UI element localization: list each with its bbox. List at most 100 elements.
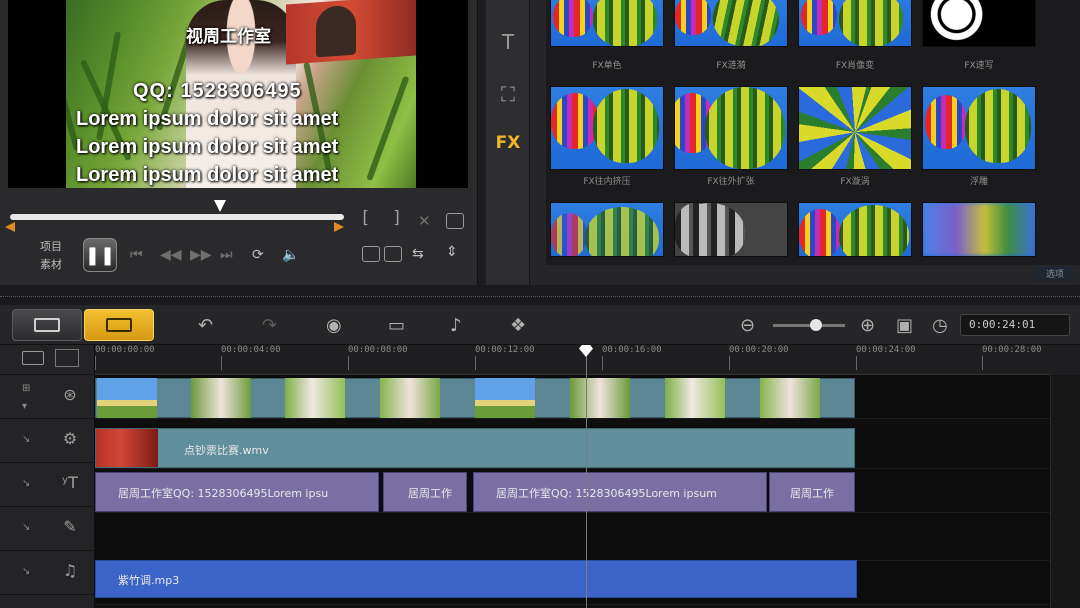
zoom-in-icon[interactable]: ⊕ [860,315,875,336]
play-pause-button[interactable]: ❚❚ [83,238,117,272]
options-button[interactable]: 选项 [1033,266,1076,281]
undo-icon[interactable]: ↶ [198,315,213,336]
title-clip[interactable]: 居周工作室QQ: 1528306495Lorem ipsum [473,472,767,512]
title-track-icon: ʸT [62,473,78,492]
overlay-title-line: Lorem ipsum dolor sit amet [76,164,339,186]
effect-thumbnail[interactable] [674,202,788,257]
effect-thumbnail-label: FX往内挤压 [583,177,631,187]
storyboard-view-button[interactable] [12,309,82,341]
zoom-slider-handle[interactable] [810,319,822,331]
track-header-voice: ↘ ✎ [0,507,95,551]
video-clip-thumbnail[interactable] [475,378,535,418]
timeline-ruler[interactable]: 00:00:00:00 00:00:04:00 00:00:08:00 00:0… [95,345,1050,375]
chevron-down-icon[interactable]: ▾ [22,401,27,412]
effect-thumbnail[interactable] [922,86,1036,170]
trim-start-marker[interactable] [5,222,15,232]
record-capture-icon[interactable]: ◉ [326,315,342,336]
mark-out-button[interactable]: ] [392,208,402,228]
effect-thumbnail[interactable] [550,202,664,257]
video-clip-thumbnail[interactable] [191,378,251,418]
effect-thumbnail[interactable] [674,86,788,170]
effect-thumbnail[interactable] [922,0,1036,47]
overlay-title-studio: 视周工作室 [186,27,271,46]
track-toggle-icon[interactable]: ↘ [22,522,30,533]
music-clip[interactable]: 紫竹调.mp3 [95,560,857,598]
track-toggle-icon[interactable]: ↘ [22,478,30,489]
effect-thumbnail[interactable] [674,0,788,47]
effect-thumbnail[interactable] [550,86,664,170]
effect-thumbnail[interactable] [798,0,912,47]
title-clip-label: 居周工作 [408,487,452,500]
preview-mode-toggle[interactable]: 项目 素材 [40,238,62,274]
track-toggle-icon[interactable]: ↘ [22,434,30,445]
scrub-playhead[interactable] [214,200,226,212]
ripple-edit-icon[interactable]: ⊞ [22,383,30,394]
repeat-icon[interactable]: ⟳ [252,247,264,263]
track-header-video: ⊞ ▾ ⊛ [0,375,95,419]
aspect-icon[interactable] [384,246,402,262]
split-clip-icon[interactable]: ✕ [418,212,431,230]
overlay-clip[interactable]: 点钞票比赛.wmv [95,428,855,468]
project-timecode[interactable]: 0:00:24:01 [960,314,1070,336]
fit-project-icon[interactable]: ▣ [896,315,913,336]
video-clip-thumbnail[interactable] [665,378,725,418]
volume-icon[interactable]: 🔈 [282,247,299,263]
timeline-playhead-line[interactable] [586,345,587,608]
fx-icon[interactable]: FX [486,133,530,153]
auto-music-icon[interactable]: ♪ [450,315,462,336]
zoom-slider[interactable] [773,324,845,327]
timecode-mini-icon[interactable]: ⇆ [412,246,424,262]
motion-tracking-icon[interactable]: ❖ [510,315,526,336]
effect-thumbnail[interactable] [798,202,912,257]
video-clip-thumbnail[interactable] [285,378,345,418]
redo-icon[interactable]: ↷ [262,315,277,336]
enlarge-preview-icon[interactable] [446,213,464,229]
effect-thumbnail-label: FX涟漪 [716,61,746,71]
video-clip-thumbnail[interactable] [570,378,630,418]
voice-track[interactable] [95,513,1050,561]
overlay-track-icon: ⚙ [62,429,78,448]
music-clip-label: 紫竹调.mp3 [118,574,180,587]
spinner-icon[interactable]: ⇕ [446,244,458,260]
effect-thumbnail-label: FX往外扩张 [707,177,755,187]
end-icon[interactable]: ⏭ [220,247,233,263]
previous-frame-icon[interactable]: ◀◀ [160,247,182,263]
video-clip-thumbnail[interactable] [97,378,157,418]
hd-preview-icon[interactable] [362,246,380,262]
timeline-vertical-scrollbar[interactable] [1050,375,1080,608]
all-tracks-icon[interactable] [22,351,44,365]
timeline-view-button[interactable] [84,309,154,341]
project-mode-label[interactable]: 项目 [40,238,62,256]
title-icon[interactable]: T [486,30,530,54]
home-icon[interactable]: ⏮ [130,247,143,263]
video-clip-thumbnail[interactable] [380,378,440,418]
library-panel: T ⛶ FX FX单色 FX涟漪 FX肖像变 FX速写 FX往内挤压 FX往外扩… [486,0,1080,285]
track-toggle-icon[interactable]: ↘ [22,566,30,577]
title-clip[interactable]: 居周工作 [769,472,855,512]
microphone-icon: ✎ [63,517,77,536]
scrub-bar[interactable] [10,214,344,220]
trim-end-marker[interactable] [334,222,344,232]
sound-mixer-icon[interactable]: ▭ [388,315,405,336]
next-frame-icon[interactable]: ▶▶ [190,247,212,263]
panel-splitter[interactable] [0,285,1080,305]
graphic-icon[interactable]: ⛶ [486,82,530,106]
title-clip[interactable]: 居周工作 [383,472,467,512]
overlay-title-line: Lorem ipsum dolor sit amet [76,108,339,130]
ruler-tick-label: 00:00:00:00 [95,345,155,370]
mark-in-button[interactable]: [ [360,208,370,228]
effect-thumbnail[interactable] [798,86,912,170]
title-clip[interactable]: 居周工作室QQ: 1528306495Lorem ipsu [95,472,379,512]
effect-thumbnail-label: FX速写 [964,61,994,71]
zoom-out-icon[interactable]: ⊖ [740,315,755,336]
track-header-top [0,345,95,375]
title-clip-label: 居周工作室QQ: 1528306495Lorem ipsum [496,487,717,500]
overlay-title-line: Lorem ipsum dolor sit amet [76,136,339,158]
title-clip-label: 居周工作 [790,487,834,500]
track-manager-icon[interactable] [55,349,79,367]
preview-screen[interactable]: 视周工作室 QQ: 1528306495 Lorem ipsum dolor s… [8,0,468,188]
clip-mode-label[interactable]: 素材 [40,256,62,274]
effect-thumbnail[interactable] [550,0,664,47]
video-clip-thumbnail[interactable] [760,378,820,418]
effect-thumbnail[interactable] [922,202,1036,257]
